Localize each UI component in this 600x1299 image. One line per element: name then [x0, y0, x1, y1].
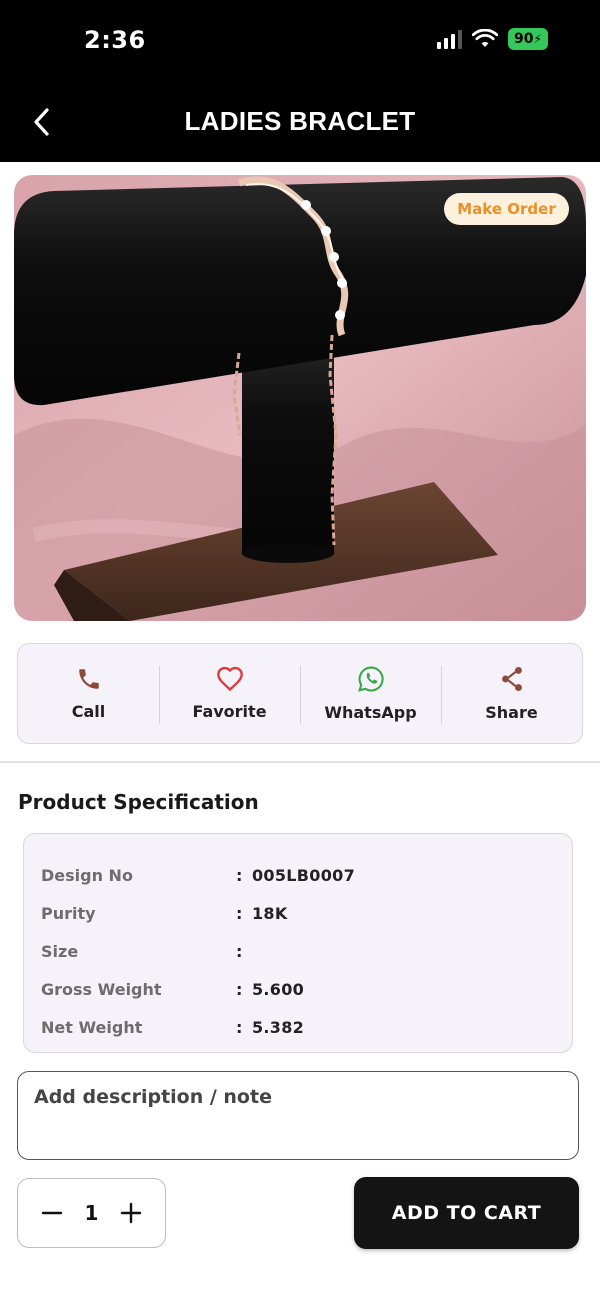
plus-icon — [120, 1202, 142, 1224]
status-icons: 90 ⚡ — [437, 28, 548, 50]
spec-label: Gross Weight — [41, 979, 162, 999]
whatsapp-button[interactable]: WhatsApp — [300, 644, 441, 743]
heart-icon — [216, 666, 243, 692]
status-bar: 2:36 90 ⚡ — [0, 0, 600, 82]
add-to-cart-button[interactable]: ADD TO CART — [354, 1177, 579, 1249]
phone-icon — [78, 669, 99, 689]
battery-charging-icon: 90 ⚡ — [508, 28, 548, 50]
spec-row-gross-weight: Gross Weight : 5.600 — [24, 970, 572, 1008]
share-label: Share — [485, 703, 538, 722]
spec-row-design-no: Design No : 005LB0007 — [24, 856, 572, 894]
spec-colon: : — [236, 1017, 243, 1037]
spec-value: 5.382 — [252, 1017, 305, 1037]
increase-quantity-button[interactable] — [117, 1199, 145, 1227]
share-icon — [501, 666, 522, 692]
spec-value: 18K — [252, 903, 288, 923]
spec-section-title: Product Specification — [18, 790, 259, 814]
make-order-button[interactable]: Make Order — [444, 193, 569, 225]
cellular-signal-icon — [437, 29, 462, 49]
whatsapp-label: WhatsApp — [324, 703, 417, 722]
spec-colon: : — [236, 865, 243, 885]
spec-label: Purity — [41, 903, 96, 923]
wifi-icon — [472, 29, 498, 47]
product-image[interactable] — [14, 175, 586, 621]
call-button[interactable]: Call — [18, 644, 159, 743]
description-note-field[interactable] — [17, 1071, 579, 1160]
quantity-stepper: 1 — [17, 1178, 166, 1248]
spec-label: Design No — [41, 865, 133, 885]
battery-level: 90 — [514, 31, 534, 47]
favorite-label: Favorite — [192, 702, 267, 721]
spec-value: 005LB0007 — [252, 865, 356, 885]
call-label: Call — [71, 702, 106, 721]
spec-colon: : — [236, 941, 243, 961]
quantity-value: 1 — [84, 1201, 99, 1225]
spec-value: 5.600 — [252, 979, 305, 999]
spec-row-size: Size : — [24, 932, 572, 970]
favorite-button[interactable]: Favorite — [159, 644, 300, 743]
app-bar: LADIES BRACLET — [0, 82, 600, 162]
spec-colon: : — [236, 903, 243, 923]
decrease-quantity-button[interactable] — [38, 1199, 66, 1227]
bracelet-photo — [14, 175, 586, 621]
section-divider — [0, 761, 600, 763]
spec-card: Design No : 005LB0007 Purity : 18K Size … — [23, 833, 573, 1053]
minus-icon — [41, 1211, 63, 1215]
spec-row-purity: Purity : 18K — [24, 894, 572, 932]
share-button[interactable]: Share — [441, 644, 582, 743]
page-title: LADIES BRACLET — [184, 106, 416, 136]
status-time: 2:36 — [84, 26, 146, 54]
spec-label: Net Weight — [41, 1017, 143, 1037]
action-bar: Call Favorite WhatsApp Share — [17, 643, 583, 744]
spec-row-net-weight: Net Weight : 5.382 — [24, 1008, 572, 1046]
whatsapp-icon — [357, 666, 384, 692]
spec-colon: : — [236, 979, 243, 999]
spec-label: Size — [41, 941, 79, 961]
